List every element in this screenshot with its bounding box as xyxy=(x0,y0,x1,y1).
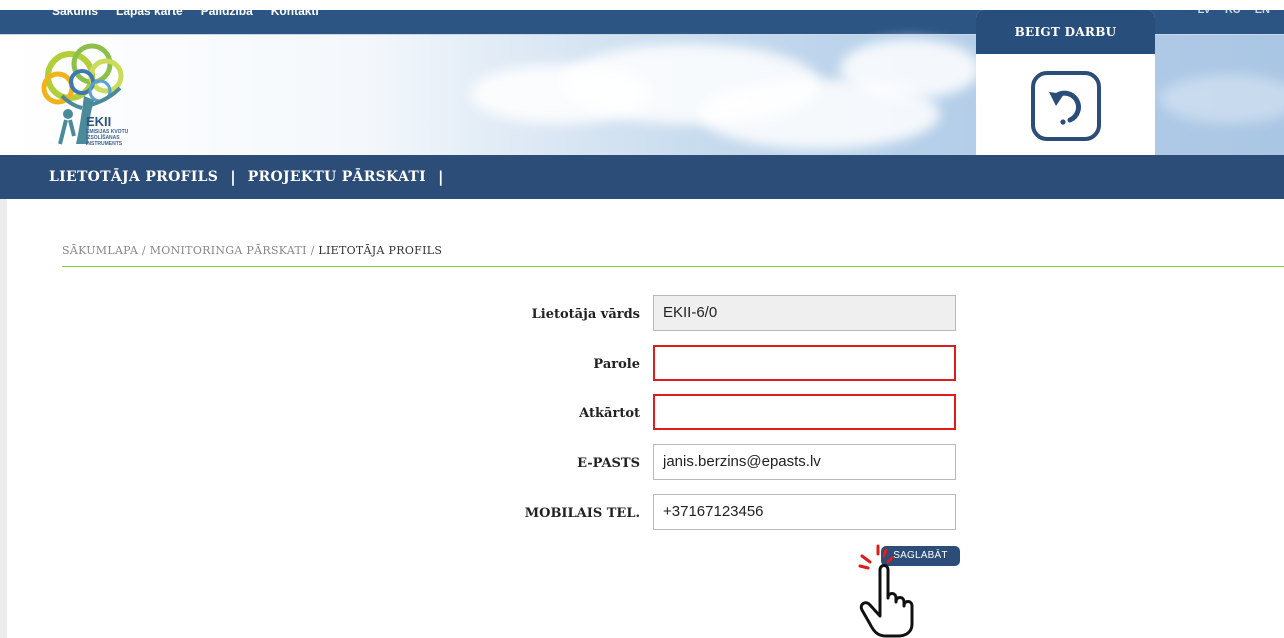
repeat-password-label: Atkārtot xyxy=(579,406,640,421)
top-link-help[interactable]: Palīdzība xyxy=(201,10,253,24)
email-row: E-PASTS janis.berzins@epasts.lv xyxy=(450,444,960,484)
breadcrumb-divider xyxy=(62,266,1284,267)
email-label: E-PASTS xyxy=(577,456,640,471)
breadcrumb-separator: / xyxy=(141,244,146,257)
logo-text: EKII EMISIJAS KVOTU IZSOLĪŠANAS INSTRUME… xyxy=(86,114,128,147)
email-field[interactable]: janis.berzins@epasts.lv xyxy=(653,444,956,480)
password-label: Parole xyxy=(593,357,640,372)
breadcrumb-separator: / xyxy=(310,244,315,257)
lang-en[interactable]: EN xyxy=(1255,10,1270,16)
top-link-home[interactable]: Sākums xyxy=(52,10,98,24)
repeat-password-field[interactable] xyxy=(653,394,956,430)
nav-project-reports[interactable]: PROJEKTU PĀRSKATI xyxy=(248,169,426,185)
password-field[interactable] xyxy=(653,345,956,381)
username-field: EKII-6/0 xyxy=(653,295,956,331)
nav-separator: | xyxy=(437,168,444,186)
language-switcher: LV RU EN xyxy=(1198,10,1270,16)
breadcrumb: SĀKUMLAPA / MONITORINGA PĀRSKATI / LIETO… xyxy=(62,244,442,257)
top-link-sitemap[interactable]: Lapas karte xyxy=(116,10,183,24)
breadcrumb-current: LIETOTĀJA PROFILS xyxy=(318,244,443,257)
password-row: Parole xyxy=(450,345,960,385)
mobile-label: MOBILAIS TEL. xyxy=(524,506,640,521)
breadcrumb-home[interactable]: SĀKUMLAPA xyxy=(62,244,138,257)
main-nav: LIETOTĀJA PROFILS | PROJEKTU PĀRSKATI | xyxy=(0,155,1284,199)
repeat-password-row: Atkārtot xyxy=(450,394,960,434)
lang-lv[interactable]: LV xyxy=(1198,10,1211,16)
lang-ru[interactable]: RU xyxy=(1225,10,1241,16)
undo-icon[interactable] xyxy=(1030,70,1102,142)
breadcrumb-monitoring[interactable]: MONITORINGA PĀRSKATI xyxy=(150,244,307,257)
logout-button[interactable]: BEIGT DARBU xyxy=(976,10,1155,54)
logout-panel[interactable]: BEIGT DARBU xyxy=(976,10,1155,155)
username-label: Lietotāja vārds xyxy=(531,307,640,322)
logo-title: EKII xyxy=(86,114,112,129)
hand-pointer-icon xyxy=(858,544,914,638)
top-link-contacts[interactable]: Kontakti xyxy=(271,10,319,24)
logout-label: BEIGT DARBU xyxy=(1014,25,1117,39)
username-row: Lietotāja vārds EKII-6/0 xyxy=(450,295,960,335)
nav-separator: | xyxy=(230,168,236,186)
mobile-row: MOBILAIS TEL. +37167123456 xyxy=(450,494,960,534)
nav-user-profile[interactable]: LIETOTĀJA PROFILS xyxy=(49,169,218,185)
mobile-field[interactable]: +37167123456 xyxy=(653,494,956,530)
top-links: Sākums Lapas karte Palīdzība Kontakti xyxy=(52,10,319,24)
page-left-edge xyxy=(0,195,7,638)
logo-sub-3: INSTRUMENTS xyxy=(86,141,123,147)
